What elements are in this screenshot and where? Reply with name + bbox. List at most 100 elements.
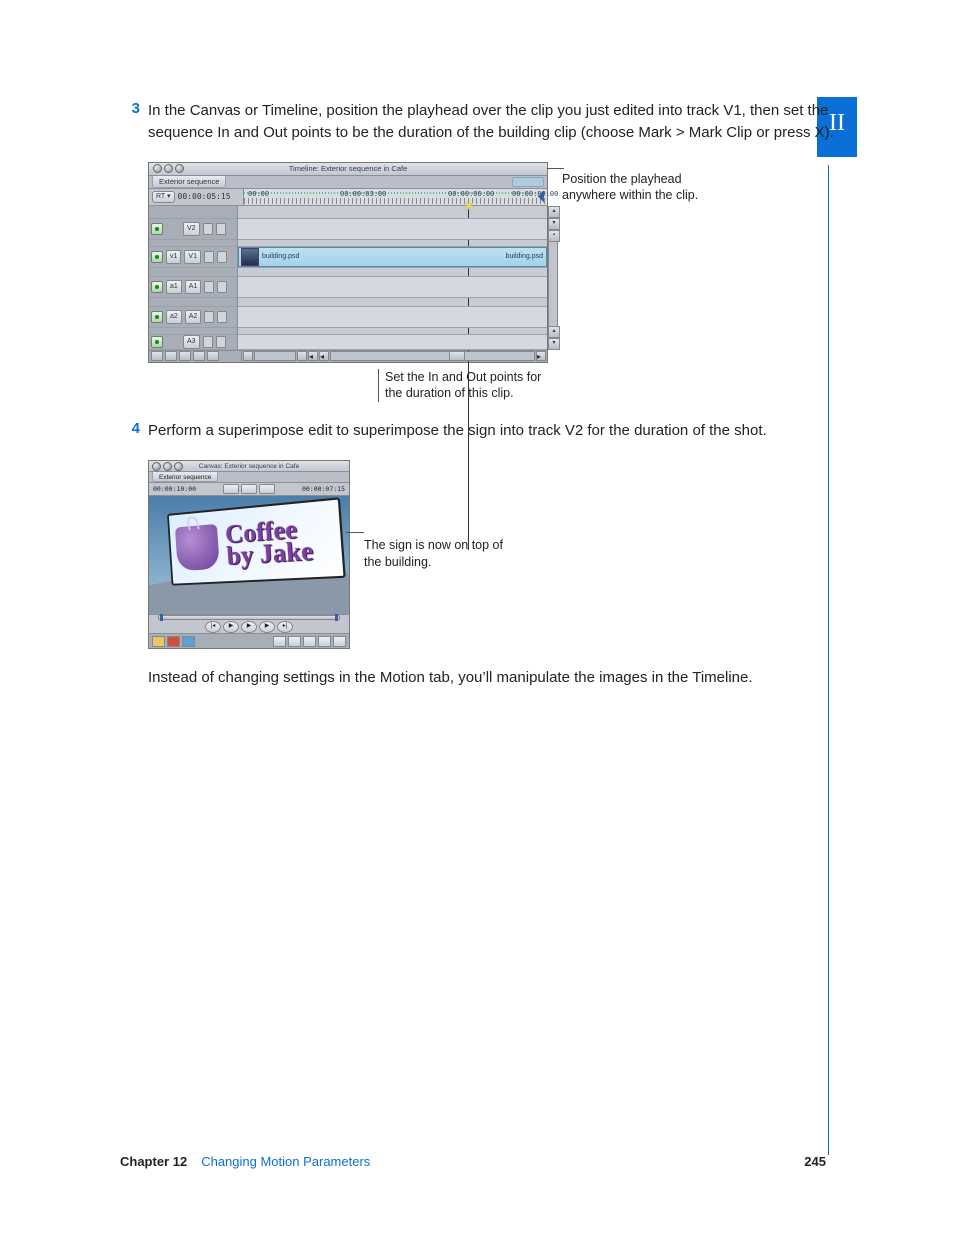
track-lane-a1[interactable] xyxy=(238,276,547,298)
hscroll-track[interactable] xyxy=(330,351,535,361)
scroll-left-icon[interactable]: ◂ xyxy=(319,351,329,361)
step-3: 3 In the Canvas or Timeline, position th… xyxy=(120,100,834,144)
play-in-out-icon[interactable]: ▶ xyxy=(223,621,239,633)
clip-thumbnail-icon xyxy=(241,248,259,266)
prev-edit-icon[interactable]: |◂ xyxy=(205,621,221,633)
window-titlebar: Timeline: Exterior sequence in Cafe xyxy=(149,163,547,176)
sequence-tab[interactable]: Exterior sequence xyxy=(152,176,226,188)
scrubber[interactable] xyxy=(158,615,340,620)
sequence-tab[interactable]: Exterior sequence xyxy=(152,472,218,482)
dest-patch[interactable]: V1 xyxy=(184,250,201,264)
track-label[interactable]: V2 xyxy=(183,222,200,236)
hscroll-thumb[interactable] xyxy=(449,352,465,360)
dest-patch[interactable]: A1 xyxy=(185,280,202,294)
ruler-tc: 00:00:09:00 xyxy=(512,190,558,198)
button-bar[interactable] xyxy=(512,177,544,187)
audible-icon[interactable] xyxy=(151,281,163,293)
footer-title: Changing Motion Parameters xyxy=(201,1154,370,1169)
coffee-sign: Coffee by Jake xyxy=(167,497,346,585)
source-patch[interactable]: a2 xyxy=(166,310,182,324)
timeline-window: Timeline: Exterior sequence in Cafe Exte… xyxy=(148,162,548,363)
add-keyframe-icon[interactable] xyxy=(303,636,316,647)
coffee-cup-icon xyxy=(175,524,220,571)
track-label[interactable]: A3 xyxy=(183,335,200,349)
in-point-icon[interactable] xyxy=(160,614,163,621)
lock-icon[interactable] xyxy=(204,311,214,323)
audible-icon[interactable] xyxy=(151,336,163,348)
auto-select-icon[interactable] xyxy=(217,311,227,323)
canvas-video-area[interactable]: Coffee by Jake xyxy=(149,496,349,614)
step-4: 4 Perform a superimpose edit to superimp… xyxy=(120,420,834,442)
scroll-down-icon[interactable]: ▾ xyxy=(548,338,560,350)
scroll-left-icon[interactable]: ◂ xyxy=(308,351,318,361)
track-lane-a2[interactable] xyxy=(238,306,547,328)
footer-page-number: 245 xyxy=(804,1154,826,1169)
source-patch[interactable]: a1 xyxy=(166,280,182,294)
toggle-icon[interactable] xyxy=(207,351,219,361)
step-text: Perform a superimpose edit to superimpos… xyxy=(148,420,834,442)
play-icon[interactable]: ▶ xyxy=(241,621,257,633)
zoom-in-icon[interactable] xyxy=(297,351,307,361)
play-around-icon[interactable]: ▶ xyxy=(259,621,275,633)
toggle-icon[interactable] xyxy=(193,351,205,361)
track-height-icon[interactable]: ▪ xyxy=(548,230,560,242)
vscroll-track[interactable] xyxy=(548,242,558,326)
audible-icon[interactable] xyxy=(151,311,163,323)
lock-icon[interactable] xyxy=(203,223,213,235)
footer-chapter: Chapter 12 xyxy=(120,1154,187,1169)
auto-select-icon[interactable] xyxy=(216,336,226,348)
replace-edit-icon[interactable] xyxy=(182,636,195,647)
timeline-ruler[interactable]: 00:00 00:00:03:00 00:00:06:00 00:00:09:0… xyxy=(244,189,547,205)
dest-patch[interactable]: A2 xyxy=(185,310,202,324)
lock-icon[interactable] xyxy=(204,251,214,263)
current-timecode[interactable]: 00:00:05:15 xyxy=(178,192,231,201)
track-lane-v2[interactable] xyxy=(238,218,547,240)
right-timecode[interactable]: 00:00:07:15 xyxy=(302,485,345,493)
clip-building[interactable]: building.psd building.psd xyxy=(238,247,547,267)
toggle-icon[interactable] xyxy=(151,351,163,361)
mark-out-icon[interactable] xyxy=(333,636,346,647)
visibility-icon[interactable] xyxy=(151,251,163,263)
source-patch[interactable]: v1 xyxy=(166,250,181,264)
track-lane-v1[interactable]: building.psd building.psd xyxy=(238,246,547,268)
caption-playhead: Position the playhead anywhere within th… xyxy=(562,171,732,205)
ruler-tc: 00:00:06:00 xyxy=(448,190,494,198)
view-popup[interactable] xyxy=(241,484,257,494)
out-point-icon[interactable] xyxy=(335,614,338,621)
rt-popup[interactable]: RT ▾ xyxy=(152,191,175,203)
track-header-a2[interactable]: a2 A2 xyxy=(149,306,237,328)
step-text: In the Canvas or Timeline, position the … xyxy=(148,100,834,144)
window-titlebar: Canvas: Exterior sequence in Cafe xyxy=(149,461,349,472)
clip-name-right: building.psd xyxy=(506,253,543,260)
toggle-icon[interactable] xyxy=(179,351,191,361)
auto-select-icon[interactable] xyxy=(217,281,227,293)
track-lane-a3[interactable] xyxy=(238,334,547,350)
track-header-a1[interactable]: a1 A1 xyxy=(149,276,237,298)
step-number: 3 xyxy=(120,100,148,144)
zoom-out-icon[interactable] xyxy=(243,351,253,361)
auto-select-icon[interactable] xyxy=(217,251,227,263)
auto-select-icon[interactable] xyxy=(216,223,226,235)
caption-inout: Set the In and Out points for the durati… xyxy=(378,369,555,403)
left-timecode[interactable]: 00:00:10:00 xyxy=(153,485,196,493)
scroll-down-icon[interactable]: ▾ xyxy=(548,218,560,230)
toggle-icon[interactable] xyxy=(165,351,177,361)
match-frame-icon[interactable] xyxy=(273,636,286,647)
visibility-icon[interactable] xyxy=(151,223,163,235)
next-edit-icon[interactable]: ▸| xyxy=(277,621,293,633)
overlay-popup[interactable] xyxy=(259,484,275,494)
track-header-v1[interactable]: v1 V1 xyxy=(149,246,237,268)
mark-in-icon[interactable] xyxy=(318,636,331,647)
zoom-popup[interactable] xyxy=(223,484,239,494)
insert-edit-icon[interactable] xyxy=(152,636,165,647)
track-header-a3[interactable]: A3 xyxy=(149,334,237,350)
lock-icon[interactable] xyxy=(203,336,213,348)
track-header-v2[interactable]: V2 xyxy=(149,218,237,240)
scroll-right-icon[interactable]: ▸ xyxy=(536,351,546,361)
zoom-slider[interactable] xyxy=(254,351,296,361)
overwrite-edit-icon[interactable] xyxy=(167,636,180,647)
mark-clip-icon[interactable] xyxy=(288,636,301,647)
scroll-up-icon[interactable]: ▴ xyxy=(548,326,560,338)
lock-icon[interactable] xyxy=(204,281,214,293)
scroll-up-icon[interactable]: ▴ xyxy=(548,206,560,218)
